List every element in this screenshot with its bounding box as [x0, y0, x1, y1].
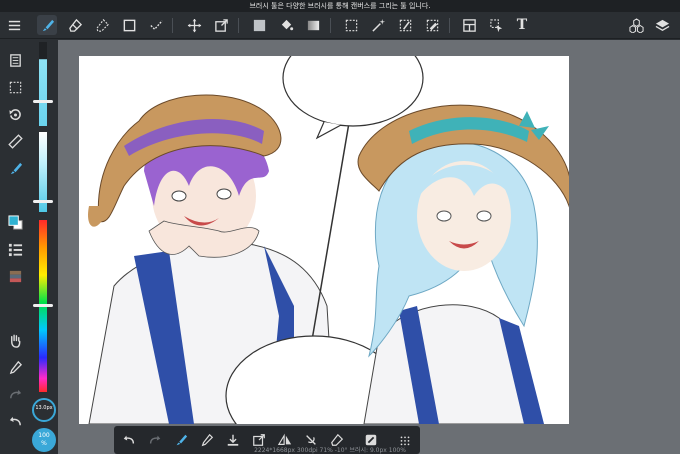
redo-icon[interactable]: [145, 430, 165, 450]
selection-pen-icon[interactable]: [395, 15, 415, 35]
selection-eraser-icon[interactable]: [422, 15, 442, 35]
zoom-value: 100: [38, 432, 50, 439]
color-swatch-icon[interactable]: [5, 212, 25, 232]
selection-icon[interactable]: [5, 77, 25, 97]
opacity-knob[interactable]: [33, 200, 53, 203]
brush-sliders: [30, 40, 58, 454]
brush-size-readout: 13.0px: [35, 405, 53, 411]
brush-size-knob[interactable]: [33, 100, 53, 103]
move-icon[interactable]: [184, 15, 204, 35]
brush-settings-icon[interactable]: [171, 430, 191, 450]
text-icon[interactable]: T: [512, 15, 532, 35]
canvas-area[interactable]: [58, 40, 680, 454]
undo-history-icon[interactable]: [5, 104, 25, 124]
illustration: [88, 56, 569, 424]
select-layer-icon[interactable]: [486, 15, 506, 35]
layer-list-icon[interactable]: [5, 239, 25, 259]
pages-icon[interactable]: [5, 50, 25, 70]
left-toolbar: [0, 40, 30, 454]
blur-eraser-icon[interactable]: [92, 15, 112, 35]
canvas-status-text: 2224*1668px 300dpi 71% -10° 브러시: 9.0px 1…: [254, 447, 406, 454]
frame-divider-icon[interactable]: [459, 15, 479, 35]
select-rect-icon[interactable]: [119, 15, 139, 35]
brush-panel-icon[interactable]: [5, 158, 25, 178]
menu-icon[interactable]: [4, 15, 24, 35]
undo-icon[interactable]: [5, 411, 25, 431]
undo-icon[interactable]: [119, 430, 139, 450]
zoom-indicator[interactable]: 13.0px: [32, 398, 56, 422]
hue-knob[interactable]: [33, 304, 53, 307]
tool-tip-bar: 브러시 툴은 다양한 브러시를 통해 캔버스를 그리는 툴 입니다.: [0, 0, 680, 12]
top-toolbar: T: [0, 12, 680, 39]
line-brush-icon[interactable]: [146, 15, 166, 35]
ruler-icon[interactable]: [5, 131, 25, 151]
zoom-unit: %: [41, 440, 47, 447]
artwork-canvas[interactable]: [79, 56, 569, 424]
lasso-select-icon[interactable]: [341, 15, 361, 35]
materials-icon[interactable]: [626, 15, 646, 35]
layers-icon[interactable]: [652, 15, 672, 35]
eraser-icon[interactable]: [65, 15, 85, 35]
zoom-level-button[interactable]: 100 %: [32, 428, 56, 452]
fill-color-icon[interactable]: [249, 15, 269, 35]
brush-icon[interactable]: [37, 15, 57, 35]
eyedropper-icon[interactable]: [5, 357, 25, 377]
hand-icon[interactable]: [5, 330, 25, 350]
color-palette-icon[interactable]: [5, 266, 25, 286]
redo-icon[interactable]: [5, 384, 25, 404]
gradient-icon[interactable]: [303, 15, 323, 35]
magic-wand-icon[interactable]: [368, 15, 388, 35]
brush-size-slider[interactable]: [39, 42, 47, 126]
bucket-icon[interactable]: [276, 15, 296, 35]
transform-icon[interactable]: [211, 15, 231, 35]
eyedropper-icon[interactable]: [197, 430, 217, 450]
